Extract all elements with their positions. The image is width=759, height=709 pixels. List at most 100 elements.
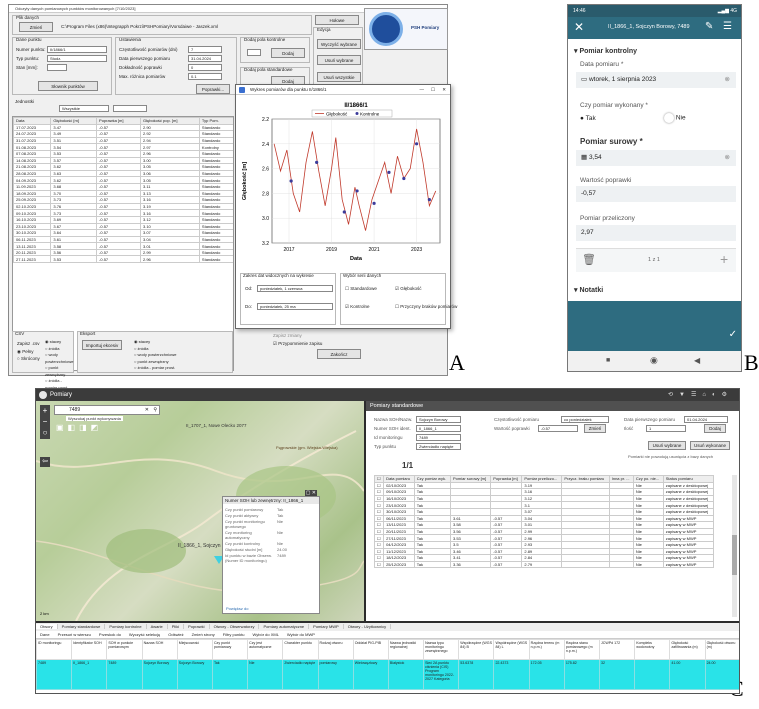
table-row[interactable]: 20.11.2023 3.56 -0.57 2.99 Standardo <box>13 248 233 257</box>
row-checkbox[interactable]: ☐ <box>374 560 385 569</box>
f-idmon-field[interactable]: 7489 <box>416 434 461 441</box>
table-row[interactable]: ☐ 25/12/2023 Tak 3.36 -0.57 2.79 Nie zapisany w… <box>374 560 715 569</box>
toolbar-button[interactable]: Przesuń w wierszu <box>54 632 95 637</box>
table-row[interactable]: 27.11.2023 3.53 -0.57 2.96 Standardo <box>13 255 233 264</box>
table-row[interactable]: 30.10.2023 3.64 -0.57 3.07 Standardo <box>13 229 233 237</box>
option-radio[interactable]: ○ punkt zewnętrzny <box>45 365 73 378</box>
table-header[interactable]: Pomiar surowy [m] <box>449 475 492 483</box>
table-header[interactable]: Rzędna stanu pomiarowego (m n.p.m.) <box>563 639 601 660</box>
option-radio[interactable]: ○ źródła - pomiar prost. <box>134 365 176 372</box>
clear-icon[interactable]: ⊗ <box>725 72 730 88</box>
filter-select[interactable]: Wszystkie <box>59 105 109 112</box>
table-header[interactable]: Głębokość zafiltrowania (m) <box>669 639 706 660</box>
select-all-checkbox[interactable]: ☐ <box>374 475 385 483</box>
table-header[interactable]: SOH w punkcie pomiarowym <box>106 639 143 660</box>
przyczyny-checkbox[interactable]: ☐ Przyczyny braków pomiarów <box>395 304 457 310</box>
poprawka-field[interactable]: -0,57 <box>576 186 736 202</box>
table-header[interactable]: Głębokość [m] <box>50 117 98 125</box>
tab-7[interactable]: Otwory - Obserwatorzy <box>209 624 260 629</box>
table-header[interactable]: Czy po. nie... <box>632 475 664 483</box>
eksport-button[interactable]: Importuj ekcesiv <box>82 340 122 350</box>
table-header[interactable]: Poprawka [m] <box>96 117 141 125</box>
table-row[interactable]: ☐ 11/12/2023 Tak 3.46 -0.57 2.89 Nie zapisany w… <box>374 547 715 556</box>
check-icon[interactable]: ✓ <box>729 329 737 340</box>
row-checkbox[interactable]: ☐ <box>374 521 385 529</box>
toolbar-button[interactable]: Odśwież <box>164 632 187 637</box>
f-numer-field[interactable]: II_1866_1 <box>416 425 461 432</box>
toolbar-button[interactable]: Zmień strony <box>188 632 219 637</box>
dodaj-kontrolne-button[interactable]: Dodaj <box>271 48 305 58</box>
popup-close-icon[interactable]: ▢ ✕ <box>304 490 317 496</box>
usun-wykonane-button[interactable]: Usuń wykonane <box>690 441 730 450</box>
table-header[interactable]: Czy jest automatyczne <box>247 639 284 660</box>
clear-icon[interactable]: ⊗ <box>725 150 730 166</box>
kontrolne-count[interactable] <box>247 49 261 56</box>
eksport-options[interactable]: ◉ stacey ○ źródła ○ wody powierzchniowe ○ p… <box>134 339 176 372</box>
table-header[interactable]: Data pomiaru <box>383 475 415 483</box>
tab-1[interactable]: Otwory <box>36 624 58 629</box>
row-checkbox[interactable]: ☐ <box>374 494 385 503</box>
f-data-field[interactable]: 01.04.2024 <box>684 416 728 423</box>
slownik-button[interactable]: Słownik punktów <box>38 81 98 91</box>
table-row[interactable]: 14.08.2023 3.57 -0.57 3.00 Standardo <box>13 156 233 165</box>
table-header[interactable]: Nazwa typu monitoringu zewnętrznego <box>423 639 460 660</box>
table-row[interactable]: 04.09.2023 3.62 -0.57 3.05 Standardo <box>13 176 233 184</box>
czest-field[interactable]: 7 <box>188 46 222 53</box>
f-nazwa-field[interactable]: Sojczyn Borowy <box>416 416 461 423</box>
toolbar-button[interactable]: Wybór do XML <box>249 632 283 637</box>
table-header[interactable]: Oddział PIG-PIB <box>352 639 389 660</box>
table-row[interactable]: 25.09.2023 3.73 -0.57 3.16 Standardo <box>13 196 233 204</box>
data-field[interactable]: ▭ wtorek, 1 sierpnia 2023 ⊗ <box>576 72 736 88</box>
table-row[interactable]: 13.11.2023 3.58 -0.57 3.01 Standardo <box>13 242 233 250</box>
table-header[interactable]: Charakter punktu <box>282 639 319 660</box>
typ-field[interactable]: Studz. <box>47 55 107 62</box>
table-header[interactable]: ID monitoringu <box>36 639 73 660</box>
zoom-controls[interactable]: + − ○ <box>40 405 50 439</box>
table-row[interactable]: ☐ 20/11/2023 Tak 3.56 -0.57 2.99 Nie zapisany w… <box>374 527 715 536</box>
table-row[interactable]: 02.10.2023 3.76 -0.57 3.19 Standardo <box>13 202 233 211</box>
maxr-field[interactable]: 0.1 <box>188 73 222 80</box>
tab-6[interactable]: Poprawki <box>184 624 210 629</box>
table-header[interactable]: JCWPd 172 <box>598 639 636 660</box>
minimize-icon[interactable]: — <box>420 85 425 95</box>
map-tool-icons[interactable]: ▣◧◨◩ <box>56 423 116 433</box>
standardowe-checkbox[interactable]: ☐ Standardowe <box>345 286 377 292</box>
scrollbar[interactable] <box>732 475 737 617</box>
table-header[interactable]: Głębokość otworu (m) <box>704 639 739 660</box>
table-header[interactable]: Współrzędne (WGS 84) B <box>458 639 495 660</box>
add-icon[interactable]: + <box>720 251 728 267</box>
tab-2[interactable]: Pomiary standardowe <box>57 624 106 629</box>
tab-8[interactable]: Pomiary automatyczne <box>259 624 310 629</box>
table-row[interactable]: 06.11.2023 3.61 -0.57 3.04 Standardo <box>13 235 233 244</box>
toolbar-button[interactable]: Przeskok do <box>95 632 125 637</box>
table-row[interactable]: ☐ 27/11/2023 Tak 3.53 -0.57 2.96 Nie zapisany w… <box>374 534 715 542</box>
przypomnienie-checkbox[interactable]: ☑ Przypomnienie zapisu <box>273 341 322 347</box>
option-radio[interactable]: ○ wody powierzchniowe <box>134 352 176 359</box>
maximize-icon[interactable]: ☐ <box>431 85 435 95</box>
f-popr-field[interactable]: -0.57 <box>538 425 578 432</box>
row-checkbox[interactable]: ☐ <box>374 554 385 562</box>
table-header[interactable]: Nazwa jednostki regionalnej <box>387 639 425 660</box>
radio-pelny[interactable]: ◉ Pełny <box>17 349 33 355</box>
table-header[interactable]: Identyfikator SOH <box>71 639 108 660</box>
table-row[interactable]: ☐ 23/10/2023 Tak 3.1 Nie zapisane z desktopow… <box>374 501 715 509</box>
toolbar-button[interactable]: Filtry punktu <box>219 632 249 637</box>
usun-wszystkie-button[interactable]: Usuń wszystkie <box>317 72 361 82</box>
table-header[interactable]: Głębokość pop. [m] <box>140 117 200 125</box>
table-header[interactable]: Pomiar przeliczo... <box>521 475 563 483</box>
map[interactable]: + − ○ 7489 ✕ ⚲ Wyszukaj punkt wykonywania … <box>36 401 364 621</box>
popup-zoom-link[interactable]: Powiększ do <box>226 606 248 611</box>
surowy-field[interactable]: ▦ 3,54 ⊗ <box>576 150 736 166</box>
table-row[interactable]: ☐ 02/10/2023 Tak 3.19 Nie zapisane z desktopo… <box>374 481 715 490</box>
zmien-button[interactable]: Zmień <box>584 424 606 433</box>
table-row[interactable]: ☐ 18/12/2023 Tak 3.41 -0.57 2.84 Nie zapisany w… <box>374 554 715 562</box>
table-row[interactable]: 16.10.2023 3.69 -0.57 3.12 Standardo <box>13 215 233 224</box>
table-row[interactable]: ☐ 13/11/2023 Tak 3.58 -0.57 3.01 Nie zapisany w… <box>374 521 715 529</box>
table-header[interactable]: Przycz. braku pomiaru <box>561 475 610 483</box>
section-header[interactable]: ▾ Pomiar kontrolny <box>574 47 637 55</box>
table-row[interactable]: 24.07.2023 3.49 -0.57 2.92 Standardo <box>13 130 233 138</box>
attribute-table[interactable]: ID monitoringu Identyfikator SOH SOH w pun… <box>36 639 739 693</box>
wyczysc-button[interactable]: Wyczyść wybrane <box>317 39 361 49</box>
table-row[interactable]: ☐ 30/10/2023 Tak 3.07 Nie zapisane z desktopo… <box>374 507 715 516</box>
filter-select-2[interactable] <box>113 105 147 112</box>
